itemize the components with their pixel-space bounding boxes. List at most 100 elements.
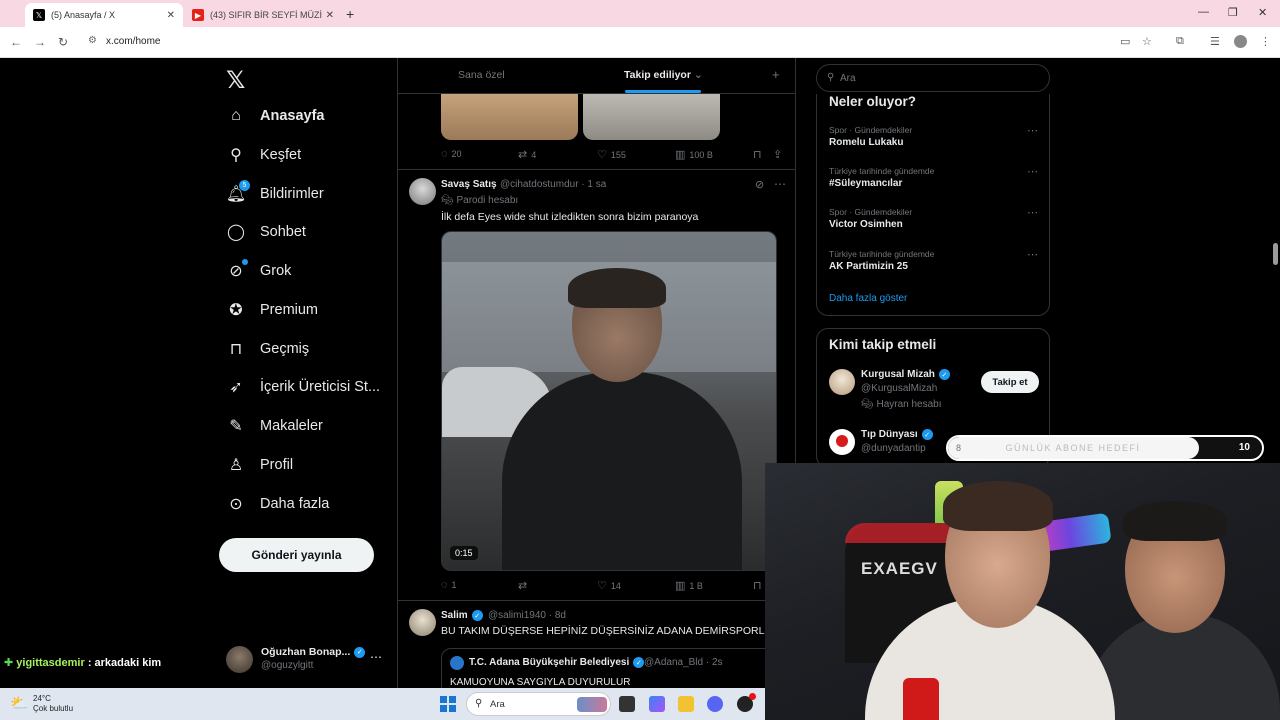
extensions-icon[interactable]: ⧉ — [1176, 35, 1184, 48]
who-name[interactable]: Tıp Dünyası ✓ — [861, 429, 933, 440]
article-icon: ✎ — [229, 418, 243, 435]
nav-profile[interactable]: ♙ Profil — [226, 450, 293, 480]
nav-explore[interactable]: ⚲ Keşfet — [226, 140, 301, 170]
avatar[interactable] — [409, 609, 436, 636]
more-dots-icon[interactable]: ⋯ — [1027, 206, 1038, 219]
widgets-icon[interactable] — [649, 696, 665, 712]
weather-icon[interactable]: ⛅ — [10, 694, 29, 712]
scrollbar-thumb[interactable] — [1273, 243, 1278, 265]
youtube-favicon-icon: ▶ — [192, 9, 204, 21]
who-handle: @dunyadantip — [861, 443, 926, 454]
like-button[interactable]: ♡ 14 — [597, 579, 621, 592]
nav-creator-studio[interactable]: ➶ İçerik Üreticisi St... — [226, 372, 380, 402]
start-button-icon[interactable] — [440, 696, 456, 712]
menu-icon[interactable]: ⋮ — [1260, 35, 1271, 48]
reading-list-icon[interactable]: ☰ — [1210, 35, 1220, 48]
more-dots-icon[interactable]: ⋯ — [1027, 165, 1038, 178]
forward-icon[interactable]: → — [34, 35, 46, 49]
trend-name[interactable]: AK Partimizin 25 — [829, 261, 908, 272]
grok-analyze-icon[interactable]: ⊘ — [755, 178, 764, 191]
trend-name[interactable]: Romelu Lukaku — [829, 137, 903, 148]
post-button[interactable]: Gönderi yayınla — [219, 538, 374, 572]
who-name[interactable]: Kurgusal Mizah ✓ — [861, 369, 950, 380]
reply-button[interactable]: ◌ 1 — [441, 579, 457, 591]
new-tab-icon[interactable]: + — [346, 6, 354, 22]
show-more-link[interactable]: Daha fazla göster — [829, 293, 907, 304]
discord-icon[interactable] — [707, 696, 723, 712]
more-dots-icon[interactable]: ⋯ — [774, 177, 786, 191]
bookmark-star-icon[interactable]: ☆ — [1142, 35, 1152, 48]
nav-premium[interactable]: ✪ Premium — [226, 295, 318, 325]
medical-cross-icon — [836, 435, 848, 447]
more-dots-icon[interactable]: ⋯ — [1027, 248, 1038, 261]
grok-dot-badge — [242, 259, 248, 265]
page-scrollbar[interactable] — [1270, 58, 1280, 463]
close-tab-icon[interactable]: ✕ — [326, 10, 334, 21]
tweet-author[interactable]: Salim ✓ — [441, 610, 483, 621]
tweet-author-name[interactable]: Savaş Satış — [441, 179, 497, 190]
nav-label: Keşfet — [260, 147, 302, 163]
reply-button[interactable]: ◌ 20 — [441, 148, 462, 160]
weather-condition: Çok bulutlu — [33, 704, 74, 713]
like-button[interactable]: ♡ 155 — [597, 148, 626, 161]
nav-label: Profil — [260, 457, 294, 473]
close-window-icon[interactable]: ✕ — [1258, 6, 1267, 19]
previous-media-image[interactable] — [441, 94, 578, 140]
tab-for-you[interactable]: Sana özel — [458, 69, 505, 81]
nav-notifications[interactable]: 🔔︎ 5 Bildirimler — [226, 179, 324, 209]
account-switcher[interactable]: Oğuzhan Bonap... ✓ @oguzylgitt ⋯ — [226, 644, 396, 678]
quoted-tweet[interactable]: T.C. Adana Büyükşehir Belediyesi ✓ @Adana… — [441, 648, 777, 688]
trend-name[interactable]: Victor Osimhen — [829, 219, 903, 230]
grok-icon: ⊘ — [226, 259, 248, 281]
repost-button[interactable]: ⇄ 4 — [518, 148, 536, 161]
views-button[interactable]: ▥ 1 B — [675, 579, 703, 592]
profile-avatar[interactable] — [1234, 35, 1247, 48]
more-dots-icon[interactable]: ⋯ — [370, 650, 382, 664]
address-bar[interactable]: ⚙ x.com/home — [82, 31, 1222, 53]
nav-more[interactable]: ⊙ Daha fazla — [226, 489, 329, 519]
reload-icon[interactable]: ↻ — [58, 35, 68, 49]
tab-x-home[interactable]: 𝕏 (5) Anasayfa / X ✕ — [25, 3, 183, 27]
more-dots-icon[interactable]: ⋯ — [1027, 124, 1038, 137]
back-icon[interactable]: ← — [10, 35, 22, 49]
nav-articles[interactable]: ✎ Makaleler — [226, 411, 323, 441]
task-view-icon[interactable] — [619, 696, 635, 712]
nav-grok[interactable]: ⊘ Grok — [226, 256, 291, 286]
x-logo-icon[interactable]: 𝕏 — [226, 66, 245, 95]
tweet-author-handle: @cihatdostumdur · 1 sa — [500, 179, 606, 190]
notification-count-badge: 5 — [239, 180, 250, 191]
tweet-video[interactable]: 0:15 — [441, 231, 777, 571]
views-icon: ▥ — [675, 149, 686, 161]
search-input[interactable]: ⚲ Ara — [816, 64, 1050, 92]
cast-icon[interactable]: ▭ — [1120, 35, 1130, 48]
minimize-icon[interactable]: — — [1198, 6, 1209, 18]
avatar[interactable] — [409, 178, 436, 205]
repost-button[interactable]: ⇄ — [518, 579, 531, 592]
nav-chat[interactable]: ◯ Sohbet — [226, 217, 306, 247]
tab-following[interactable]: Takip ediliyor ⌄ — [624, 69, 703, 81]
file-explorer-icon[interactable] — [678, 696, 694, 712]
close-tab-icon[interactable]: ✕ — [167, 10, 175, 21]
add-feed-icon[interactable]: + — [772, 67, 780, 82]
bookmark-icon: ⊓ — [229, 341, 243, 358]
previous-media-image[interactable] — [583, 94, 720, 140]
taskbar-search[interactable]: ⚲ Ara — [466, 692, 611, 716]
nav-bookmarks[interactable]: ⊓ Geçmiş — [226, 334, 309, 364]
tab-youtube[interactable]: ▶ (43) SIFIR BİR SEYFİ MÜZİĞİ - Y ✕ — [184, 3, 342, 27]
chrome-icon[interactable] — [737, 693, 756, 712]
avatar[interactable] — [829, 369, 855, 395]
bookmark-button[interactable]: ⊓ — [753, 148, 766, 161]
share-button[interactable]: ⇪ — [773, 148, 786, 161]
weather-temperature[interactable]: 24°C — [33, 694, 51, 703]
x-favicon-icon: 𝕏 — [33, 9, 45, 21]
nav-home[interactable]: ⌂ Anasayfa — [226, 101, 324, 131]
site-info-icon[interactable]: ⚙ — [88, 35, 97, 46]
follow-button[interactable]: Takip et — [981, 371, 1039, 393]
trend-name[interactable]: #Süleymancılar — [829, 178, 902, 189]
restore-icon[interactable]: ❐ — [1228, 6, 1238, 19]
avatar[interactable] — [829, 429, 855, 455]
quoted-text: KAMUOYUNA SAYGIYLA DUYURULUR — [450, 677, 631, 688]
goal-target-value: 10 — [1238, 442, 1250, 453]
bookmark-button[interactable]: ⊓ — [753, 579, 766, 592]
views-button[interactable]: ▥ 100 B — [675, 148, 713, 161]
